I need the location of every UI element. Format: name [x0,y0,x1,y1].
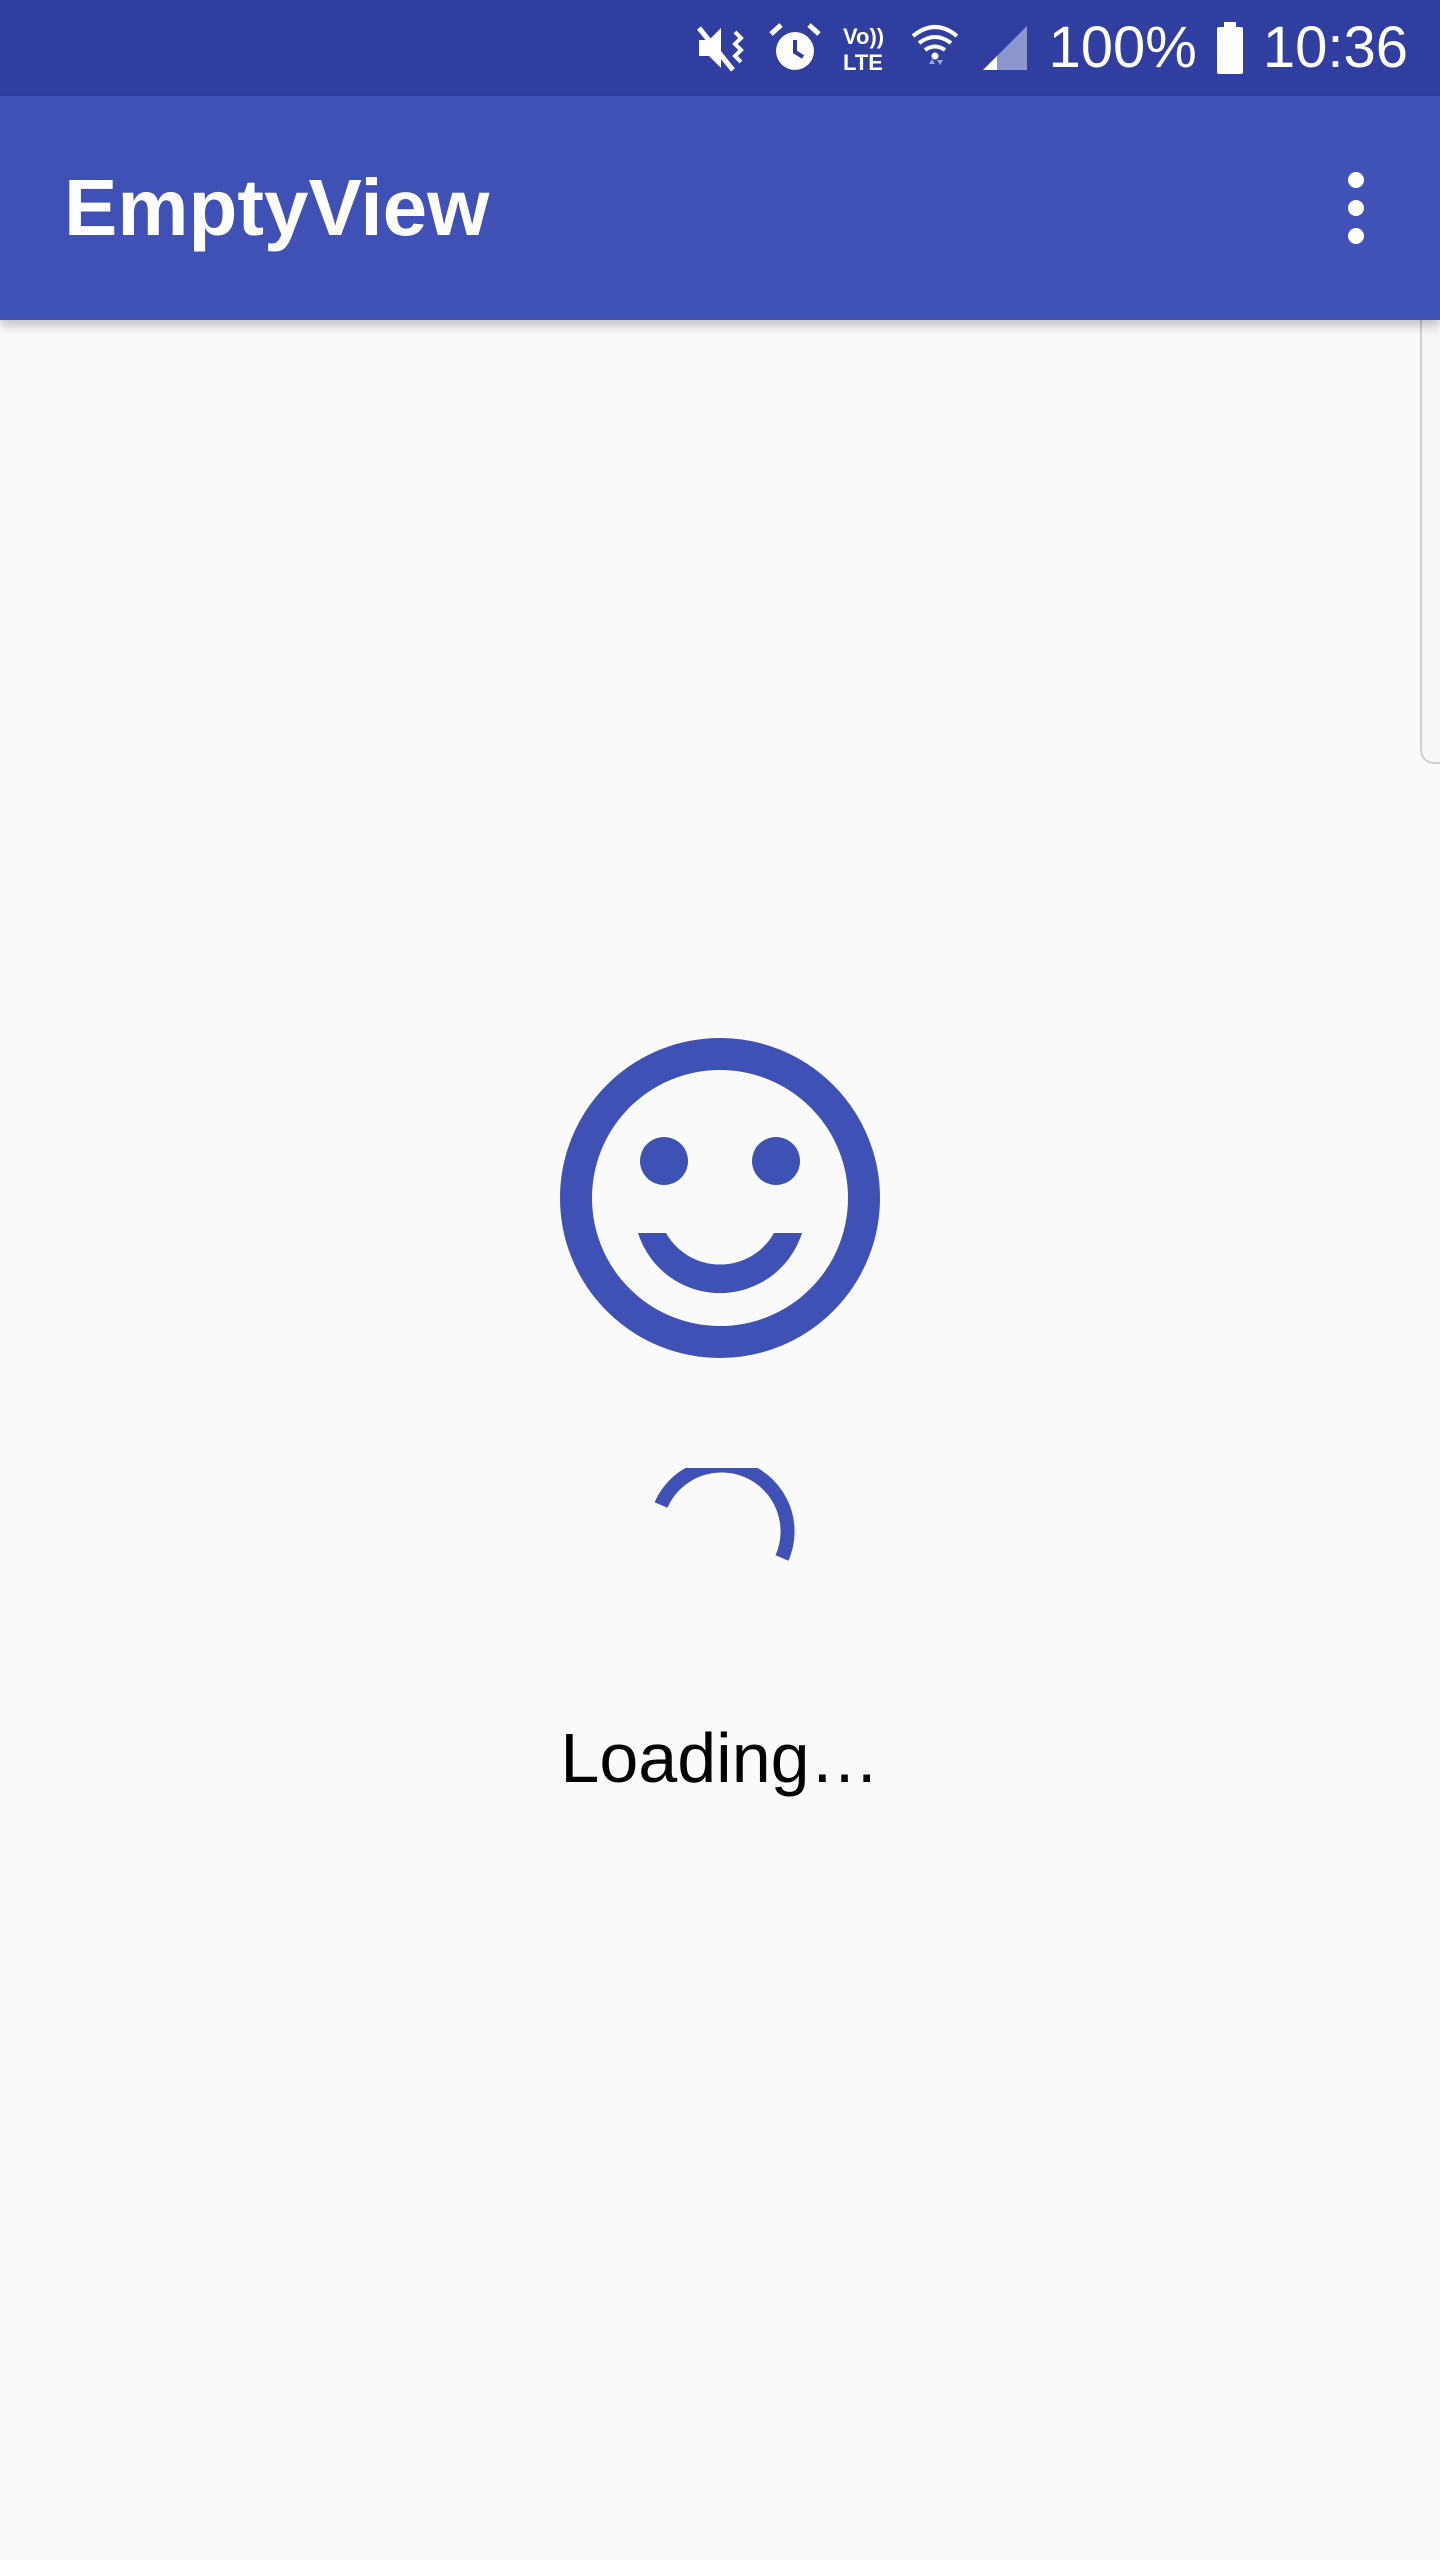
status-icons: Vo)) LTE 100% 10:36 [693,0,1408,96]
edge-panel-handle[interactable] [1420,290,1440,764]
overflow-menu-button[interactable] [1336,168,1376,248]
status-bar: Vo)) LTE 100% 10:36 [0,0,1440,96]
more-vert-icon [1348,172,1364,244]
volte-bottom-text: LTE [843,50,883,75]
battery-icon [1215,20,1245,76]
cell-signal-icon [979,20,1031,76]
alarm-icon [767,20,823,76]
mute-vibrate-icon [693,20,749,76]
wifi-icon [909,20,961,76]
app-title: EmptyView [64,163,490,252]
circular-progress-icon [654,1468,795,1561]
loading-label: Loading… [560,1719,880,1797]
clock: 10:36 [1262,15,1408,80]
smiley-icon [560,1038,880,1358]
volte-top-text: Vo)) [843,24,884,49]
app-bar: EmptyView [0,96,1440,320]
battery-percent: 100% [1048,15,1197,80]
volte-icon: Vo)) LTE [841,20,891,76]
content-area: Loading… [0,320,1440,2560]
